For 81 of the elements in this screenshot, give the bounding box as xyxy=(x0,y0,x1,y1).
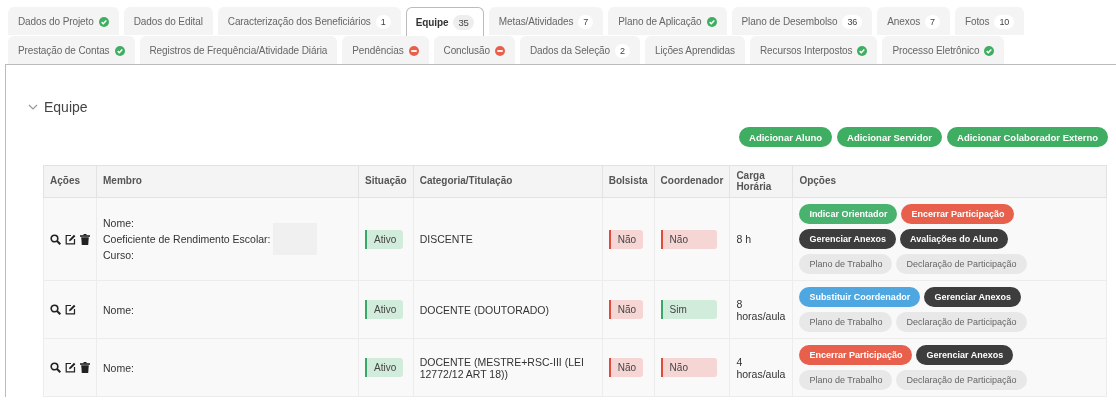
option-button[interactable]: Declaração de Participação xyxy=(896,254,1027,274)
workload-text: 8 h xyxy=(736,233,751,245)
option-button[interactable]: Declaração de Participação xyxy=(896,312,1027,332)
tab[interactable]: Fotos 10 xyxy=(954,7,1025,35)
edit-icon[interactable] xyxy=(65,233,76,245)
search-icon[interactable] xyxy=(50,304,61,315)
tab[interactable]: Plano de Desembolso 36 xyxy=(731,7,873,35)
search-icon[interactable] xyxy=(50,233,61,245)
count-badge: 2 xyxy=(615,43,630,58)
column-header: Opções xyxy=(792,165,1107,198)
chevron-down-icon[interactable] xyxy=(28,104,38,110)
field-label: Nome: xyxy=(103,361,134,374)
edit-icon[interactable] xyxy=(65,362,76,373)
tab[interactable]: Recursos Interpostos xyxy=(749,36,878,64)
field-label: Nome: xyxy=(103,303,134,316)
category-text: DISCENTE xyxy=(419,233,473,245)
tab[interactable]: Registros de Frequência/Atividade Diária xyxy=(139,36,338,64)
option-button[interactable]: Gerenciar Anexos xyxy=(916,345,1014,365)
option-button[interactable]: Plano de Trabalho xyxy=(799,312,893,332)
minus-circle-icon xyxy=(494,45,505,56)
tab[interactable]: Conclusão xyxy=(433,36,515,64)
tab[interactable]: Dados do Edital xyxy=(123,7,213,35)
tab[interactable]: Metas/Atividades 7 xyxy=(488,7,604,35)
count-badge: 10 xyxy=(994,14,1015,29)
field-label: Coeficiente de Rendimento Escolar: xyxy=(103,233,271,245)
option-button[interactable]: Plano de Trabalho xyxy=(799,254,893,274)
option-button[interactable]: Plano de Trabalho xyxy=(799,370,893,390)
minus-circle-icon xyxy=(408,45,419,56)
check-circle-icon xyxy=(98,16,109,27)
workload-text: 4 horas/aula xyxy=(736,355,786,380)
count-badge: 1 xyxy=(375,14,391,29)
tab[interactable]: Anexos 7 xyxy=(877,7,950,35)
column-header: Membro xyxy=(96,165,359,198)
check-circle-icon xyxy=(857,45,868,56)
status-tag: Ativo xyxy=(365,300,404,319)
status-tag: Não xyxy=(660,358,717,377)
status-tag: Não xyxy=(660,229,717,249)
status-tag: Ativo xyxy=(365,358,404,377)
tab[interactable]: Plano de Aplicação xyxy=(608,7,727,35)
column-header: Carga Horária xyxy=(729,165,793,198)
count-badge: 7 xyxy=(578,14,594,29)
tab[interactable]: Lições Aprendidas xyxy=(644,36,745,64)
tab[interactable]: Pendências xyxy=(342,36,429,64)
category-text: DOCENTE (MESTRE+RSC-III (LEI 12772/12 ART 18)) xyxy=(419,355,584,380)
status-tag: Não xyxy=(608,229,644,249)
category-text: DOCENTE (DOUTORADO) xyxy=(419,303,549,316)
column-header: Bolsista xyxy=(602,165,655,198)
section-title: Equipe xyxy=(44,99,88,115)
tab[interactable]: Dados da Seleção 2 xyxy=(519,36,640,64)
trash-icon[interactable] xyxy=(80,362,90,373)
option-button[interactable]: Avaliações do Aluno xyxy=(900,229,1008,249)
count-badge: 36 xyxy=(842,14,863,29)
workload-text: 8 horas/aula xyxy=(736,297,786,322)
tab[interactable]: Processo Eletrônico xyxy=(882,36,1005,64)
count-badge: 7 xyxy=(925,14,940,29)
trash-icon[interactable] xyxy=(80,233,90,245)
status-tag: Sim xyxy=(660,300,717,319)
tab[interactable]: Prestação de Contas xyxy=(8,36,135,64)
option-button[interactable]: Gerenciar Anexos xyxy=(924,287,1022,307)
option-button[interactable]: Gerenciar Anexos xyxy=(799,229,897,249)
tab[interactable]: Dados do Projeto xyxy=(8,7,119,35)
column-header: Ações xyxy=(43,165,97,198)
option-button[interactable]: Encerrar Participação xyxy=(799,345,913,365)
search-icon[interactable] xyxy=(50,362,61,373)
option-button[interactable]: Encerrar Participação xyxy=(901,204,1015,224)
check-circle-icon xyxy=(114,45,125,56)
column-header: Situação xyxy=(358,165,414,198)
tab[interactable]: Equipe 35 xyxy=(405,7,484,36)
tab[interactable]: Caracterização dos Beneficiários 1 xyxy=(217,7,401,35)
column-header: Coordenador xyxy=(654,165,730,198)
column-header: Categoria/Titulação xyxy=(413,165,603,198)
count-badge: 35 xyxy=(453,14,474,30)
status-tag: Ativo xyxy=(365,229,404,249)
option-button[interactable]: Declaração de Participação xyxy=(896,370,1027,390)
check-circle-icon xyxy=(984,45,995,56)
status-tag: Não xyxy=(608,358,644,377)
edit-icon[interactable] xyxy=(65,304,76,315)
status-tag: Não xyxy=(608,300,644,319)
field-label: Curso: xyxy=(103,249,134,261)
field-label: Nome: xyxy=(103,217,134,229)
check-circle-icon xyxy=(706,16,717,27)
